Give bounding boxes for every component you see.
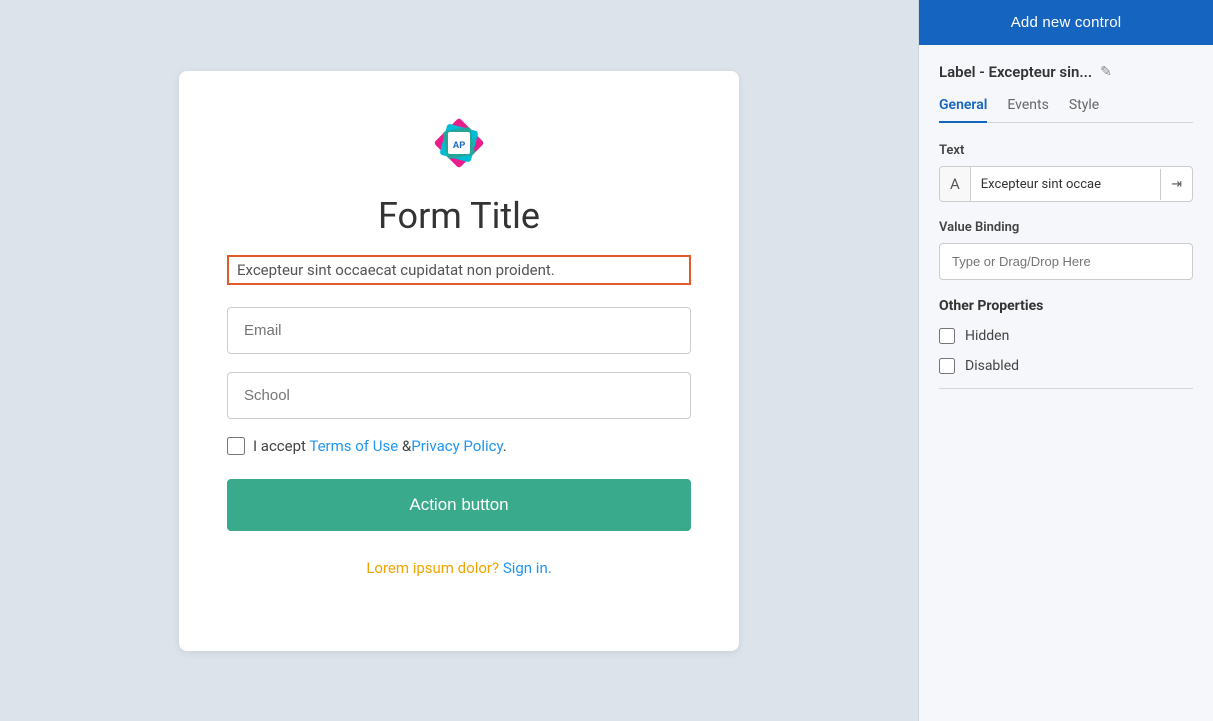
- panel-label-title: Label - Excepteur sin...: [939, 63, 1092, 81]
- edit-icon[interactable]: ✎: [1100, 64, 1112, 80]
- panel-tabs: General Events Style: [939, 97, 1193, 123]
- email-input[interactable]: [227, 307, 691, 354]
- value-binding-label: Value Binding: [939, 220, 1193, 235]
- other-properties-label: Other Properties: [939, 298, 1193, 314]
- panel-content: Label - Excepteur sin... ✎ General Event…: [919, 45, 1213, 415]
- privacy-policy-link[interactable]: Privacy Policy: [411, 437, 503, 455]
- panel-label-header: Label - Excepteur sin... ✎: [939, 63, 1193, 81]
- bottom-text: Lorem ipsum dolor? Sign in.: [366, 559, 551, 577]
- disabled-checkbox[interactable]: [939, 358, 955, 374]
- tab-style[interactable]: Style: [1069, 97, 1099, 123]
- label-text[interactable]: Excepteur sint occaecat cupidatat non pr…: [227, 255, 691, 285]
- form-title: Form Title: [378, 195, 540, 237]
- text-expand-icon[interactable]: ⇥: [1160, 169, 1192, 200]
- action-button[interactable]: Action button: [227, 479, 691, 531]
- terms-checkbox-row: I accept Terms of Use &Privacy Policy.: [227, 437, 691, 455]
- text-section-label: Text: [939, 143, 1193, 158]
- tab-general[interactable]: General: [939, 97, 987, 123]
- hidden-property-row: Hidden: [939, 328, 1193, 344]
- terms-checkbox[interactable]: [227, 437, 245, 455]
- school-input[interactable]: [227, 372, 691, 419]
- disabled-property-row: Disabled: [939, 358, 1193, 374]
- terms-of-use-link[interactable]: Terms of Use: [309, 437, 398, 455]
- disabled-label: Disabled: [965, 358, 1019, 374]
- add-new-control-button[interactable]: Add new control: [919, 0, 1213, 45]
- form-card: AP Form Title Excepteur sint occaecat cu…: [179, 71, 739, 651]
- tab-events[interactable]: Events: [1007, 97, 1048, 123]
- terms-label: I accept Terms of Use &Privacy Policy.: [253, 437, 507, 455]
- lorem-text: Lorem ipsum dolor?: [366, 559, 499, 577]
- text-input-value: Excepteur sint occae: [971, 169, 1160, 200]
- text-input-row: A Excepteur sint occae ⇥: [939, 166, 1193, 202]
- divider: [939, 388, 1193, 389]
- text-format-icon: A: [940, 167, 971, 201]
- hidden-label: Hidden: [965, 328, 1009, 344]
- main-area: AP Form Title Excepteur sint occaecat cu…: [0, 0, 918, 721]
- sign-in-link[interactable]: Sign in.: [503, 559, 552, 577]
- value-binding-input[interactable]: [939, 243, 1193, 280]
- svg-text:AP: AP: [453, 140, 466, 150]
- right-panel: Add new control Label - Excepteur sin...…: [918, 0, 1213, 721]
- logo: AP: [427, 111, 491, 175]
- hidden-checkbox[interactable]: [939, 328, 955, 344]
